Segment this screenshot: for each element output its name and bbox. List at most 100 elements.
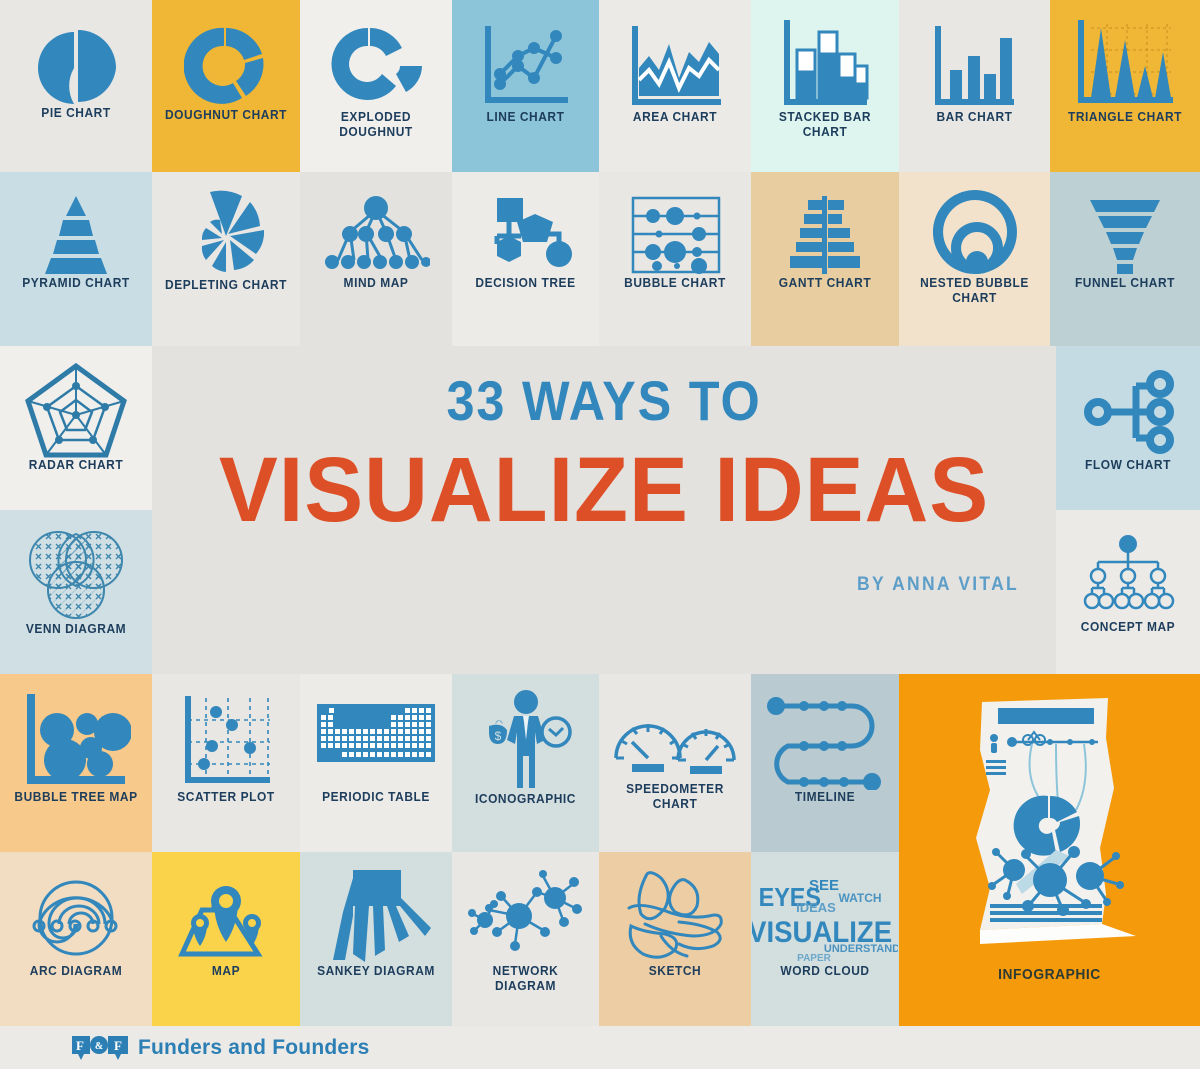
iconographic-icon: $ <box>477 688 575 792</box>
tile-timeline[interactable]: TIMELINE <box>751 674 899 852</box>
tile-label: TRIANGLE CHART <box>1067 109 1183 124</box>
tile-label: CONCEPT MAP <box>1080 619 1176 634</box>
tile-label: BAR CHART <box>936 109 1013 124</box>
tile-label: SPEEDOMETER CHART <box>626 781 724 811</box>
tile-label: TIMELINE <box>794 789 856 804</box>
tile-label: BUBBLE CHART <box>624 275 726 290</box>
tile-triangle-chart[interactable]: TRIANGLE CHART <box>1050 0 1200 172</box>
pyramid-chart-icon <box>29 194 123 276</box>
tile-label: VENN DIAGRAM <box>25 621 127 636</box>
tile-stacked-bar-chart[interactable]: STACKED BAR CHART <box>751 0 899 172</box>
funnel-chart-icon <box>1082 196 1168 276</box>
tile-exploded-doughnut[interactable]: EXPLODED DOUGHNUT <box>300 0 452 172</box>
footer: F & F Funders and Founders <box>0 1026 1200 1069</box>
tile-label: PERIODIC TABLE <box>322 789 430 804</box>
svg-text:WATCH: WATCH <box>838 891 881 905</box>
bubble-chart-icon <box>627 194 723 276</box>
doughnut-chart-icon <box>184 24 268 108</box>
tile-label: FLOW CHART <box>1085 457 1171 472</box>
page-title-line2: VISUALIZE IDEAS <box>218 439 990 541</box>
tile-label: BUBBLE TREE MAP <box>14 789 138 804</box>
tile-iconographic[interactable]: $ ICONOGRAPHIC <box>452 674 599 852</box>
infographic-icon <box>950 698 1150 948</box>
pie-chart-icon <box>33 26 119 106</box>
tile-label: EXPLODED DOUGHNUT <box>339 109 413 139</box>
tile-label: FUNNEL CHART <box>1074 275 1176 290</box>
flow-chart-icon <box>1080 366 1176 458</box>
tile-depleting-chart[interactable]: DEPLETING CHART <box>152 172 300 346</box>
scatter-plot-icon <box>178 692 274 790</box>
tile-word-cloud[interactable]: EYES SEE WATCH IDEAS VISUALIZE UNDERSTAN… <box>751 852 899 1026</box>
sankey-diagram-icon <box>321 866 431 964</box>
tile-arc-diagram[interactable]: ARC DIAGRAM <box>0 852 152 1026</box>
tile-infographic[interactable]: INFOGRAPHIC <box>899 674 1200 1026</box>
title-panel: 33 WAYS TO VISUALIZE IDEAS BY ANNA VITAL <box>152 346 1056 674</box>
svg-text:F: F <box>76 1038 84 1053</box>
word-cloud-icon: EYES SEE WATCH IDEAS VISUALIZE UNDERSTAN… <box>752 864 898 964</box>
svg-text:F: F <box>114 1038 122 1053</box>
tile-sketch[interactable]: SKETCH <box>599 852 751 1026</box>
sketch-icon <box>617 866 733 964</box>
tile-label: SCATTER PLOT <box>177 789 275 804</box>
page-title-line1: 33 WAYS TO <box>446 369 762 432</box>
tile-label: STACKED BAR CHART <box>778 109 872 139</box>
depleting-chart-icon <box>180 188 272 278</box>
tile-periodic-table[interactable]: PERIODIC TABLE <box>300 674 452 852</box>
radar-chart-icon <box>23 360 129 458</box>
exploded-doughnut-icon <box>328 22 424 110</box>
tile-pyramid-chart[interactable]: PYRAMID CHART <box>0 172 152 346</box>
tile-network-diagram[interactable]: NETWORK DIAGRAM <box>452 852 599 1026</box>
tile-label: SANKEY DIAGRAM <box>317 963 435 978</box>
svg-text:UNDERSTAND: UNDERSTAND <box>824 943 898 955</box>
funders-and-founders-logo-icon: F & F <box>72 1034 128 1062</box>
timeline-icon <box>766 694 884 790</box>
tile-venn-diagram[interactable]: VENN DIAGRAM <box>0 510 152 674</box>
svg-text:&: & <box>95 1041 103 1052</box>
concept-map-icon <box>1078 532 1178 620</box>
tile-label: DECISION TREE <box>475 275 576 290</box>
tile-label: DEPLETING CHART <box>165 277 287 292</box>
tile-map[interactable]: MAP <box>152 852 300 1026</box>
map-icon <box>172 870 280 964</box>
line-chart-icon <box>480 22 572 110</box>
decision-tree-icon <box>479 192 573 276</box>
tile-area-chart[interactable]: AREA CHART <box>599 0 751 172</box>
funders-and-founders-brand: Funders and Founders <box>138 1035 370 1059</box>
tile-scatter-plot[interactable]: SCATTER PLOT <box>152 674 300 852</box>
tile-label: SKETCH <box>648 963 702 978</box>
infographic-board: PIE CHART DOUGHNUT CHART EXPLODED DOUGHN… <box>0 0 1200 1069</box>
nested-bubble-chart-icon <box>931 188 1019 276</box>
tile-label: GANTT CHART <box>778 275 872 290</box>
tile-label: ARC DIAGRAM <box>29 963 123 978</box>
tile-doughnut-chart[interactable]: DOUGHNUT CHART <box>152 0 300 172</box>
tile-funnel-chart[interactable]: FUNNEL CHART <box>1050 172 1200 346</box>
tile-bubble-tree-map[interactable]: BUBBLE TREE MAP <box>0 674 152 852</box>
arc-diagram-icon <box>25 868 127 964</box>
tile-flow-chart[interactable]: FLOW CHART <box>1056 346 1200 510</box>
bubble-tree-map-icon <box>21 690 131 790</box>
tile-label: NESTED BUBBLE CHART <box>920 275 1029 305</box>
tile-decision-tree[interactable]: DECISION TREE <box>452 172 599 346</box>
svg-text:IDEAS: IDEAS <box>796 900 836 915</box>
tile-label: PYRAMID CHART <box>22 275 130 290</box>
tile-label: AREA CHART <box>632 109 718 124</box>
tile-radar-chart[interactable]: RADAR CHART <box>0 346 152 510</box>
tile-gantt-chart[interactable]: GANTT CHART <box>751 172 899 346</box>
tile-bubble-chart[interactable]: BUBBLE CHART <box>599 172 751 346</box>
tile-label: LINE CHART <box>486 109 565 124</box>
tile-bar-chart[interactable]: BAR CHART <box>899 0 1050 172</box>
network-diagram-icon <box>467 868 585 964</box>
tile-nested-bubble-chart[interactable]: NESTED BUBBLE CHART <box>899 172 1050 346</box>
tile-concept-map[interactable]: CONCEPT MAP <box>1056 510 1200 674</box>
venn-diagram-icon <box>24 522 128 622</box>
tile-label: MAP <box>211 963 241 978</box>
tile-line-chart[interactable]: LINE CHART <box>452 0 599 172</box>
tile-label: WORD CLOUD <box>780 963 870 978</box>
gantt-chart-icon <box>780 194 870 276</box>
tile-sankey-diagram[interactable]: SANKEY DIAGRAM <box>300 852 452 1026</box>
tile-speedometer-chart[interactable]: SPEEDOMETER CHART <box>599 674 751 852</box>
svg-text:$: $ <box>494 729 501 743</box>
tile-mind-map[interactable]: MIND MAP <box>300 172 452 346</box>
tile-pie-chart[interactable]: PIE CHART <box>0 0 152 172</box>
tile-label: ICONOGRAPHIC <box>475 791 576 806</box>
